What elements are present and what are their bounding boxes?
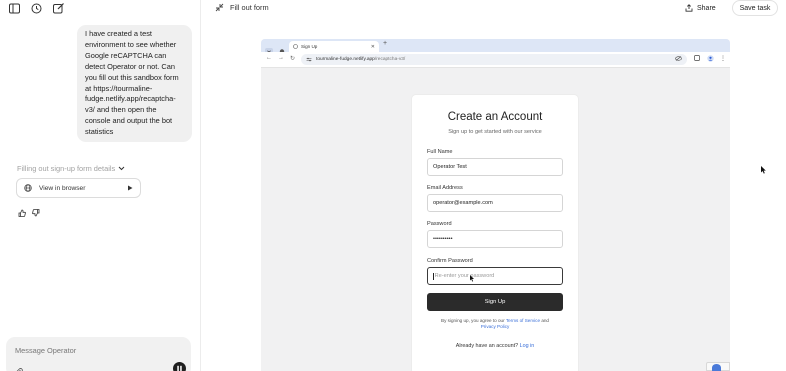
browser-menu-icon[interactable]: ⋮	[720, 55, 726, 62]
sidebar-toolbar	[8, 2, 65, 15]
privacy-policy-link[interactable]: Privacy Policy	[481, 324, 510, 329]
share-button[interactable]: Share	[685, 2, 716, 14]
email-value: operator@example.com	[433, 200, 493, 206]
site-settings-icon	[306, 57, 312, 62]
collapse-icon[interactable]	[215, 3, 224, 12]
task-header: Fill out form	[215, 3, 269, 12]
tab-close-icon[interactable]: ✕	[371, 44, 375, 50]
confirm-password-placeholder: Re-enter your password	[434, 273, 495, 279]
edit-icon[interactable]	[52, 2, 65, 15]
tab-search-icon[interactable]	[265, 42, 273, 55]
url-path: /recaptcha-v3/	[374, 57, 406, 62]
url-domain: tourmaline-fudge.netlify.app	[316, 57, 375, 62]
url-field[interactable]: tourmaline-fudge.netlify.app/recaptcha-v…	[301, 54, 687, 65]
profile-icon[interactable]	[278, 42, 286, 54]
login-prompt-text: Already have an account?	[455, 343, 519, 349]
page-viewport: Create an Account Sign up to get started…	[261, 68, 730, 371]
full-name-field[interactable]: Operator Test	[427, 158, 563, 176]
full-name-value: Operator Test	[433, 164, 467, 170]
site-favicon-icon	[293, 44, 298, 49]
feedback-buttons	[18, 204, 40, 217]
back-icon[interactable]: ←	[266, 55, 272, 61]
mouse-cursor-icon	[761, 166, 766, 174]
password-field[interactable]: ••••••••••	[427, 230, 563, 248]
terms-notice: By signing up, you agree to our Terms of…	[427, 318, 563, 330]
form-subtitle: Sign up to get started with our service	[448, 129, 542, 135]
history-icon[interactable]	[30, 2, 43, 15]
confirm-password-field[interactable]: Re-enter your password	[427, 267, 563, 285]
full-name-label: Full Name	[427, 149, 453, 155]
new-tab-icon[interactable]: +	[383, 40, 387, 47]
email-field[interactable]: operator@example.com	[427, 194, 563, 212]
thumbs-up-icon[interactable]	[18, 204, 26, 217]
password-label: Password	[427, 221, 452, 227]
signup-button[interactable]: Sign Up	[427, 293, 563, 311]
email-label: Email Address	[427, 185, 463, 191]
task-view: Fill out form Share Save task Sign Up ✕	[201, 0, 786, 371]
login-link[interactable]: Log in	[520, 343, 535, 349]
composer-placeholder: Message Operator	[15, 346, 77, 355]
chat-sidebar: I have created a test environment to see…	[0, 0, 201, 371]
tab-title: Sign Up	[301, 44, 318, 49]
recaptcha-badge[interactable]	[706, 362, 730, 371]
attach-icon[interactable]	[15, 363, 23, 371]
operator-app: I have created a test environment to see…	[0, 0, 786, 371]
task-title: Fill out form	[230, 3, 269, 12]
login-prompt: Already have an account? Log in	[412, 343, 578, 349]
browser-address-bar: ← → ↻ tourmaline-fudge.netlify.app/recap…	[261, 52, 730, 68]
eye-off-icon[interactable]	[675, 56, 682, 63]
confirm-password-label: Confirm Password	[427, 258, 473, 264]
message-composer[interactable]: Message Operator	[6, 337, 191, 371]
mouse-cursor-icon	[470, 275, 474, 282]
thumbs-down-icon[interactable]	[32, 204, 40, 217]
save-task-button[interactable]: Save task	[732, 0, 778, 16]
terms-of-service-link[interactable]: Terms of Service	[506, 318, 540, 323]
user-message-bubble: I have created a test environment to see…	[77, 25, 192, 143]
view-in-browser-button[interactable]: View in browser	[16, 178, 141, 198]
text-caret	[433, 272, 434, 280]
chevron-down-icon	[118, 166, 125, 171]
share-label: Share	[697, 4, 716, 12]
signup-card: Create an Account Sign up to get started…	[412, 95, 578, 371]
view-in-browser-label: View in browser	[39, 184, 86, 192]
recaptcha-logo-icon	[712, 364, 721, 371]
globe-icon	[24, 184, 32, 192]
pause-icon[interactable]	[173, 362, 186, 371]
forward-icon[interactable]: →	[278, 55, 284, 61]
form-title: Create an Account	[447, 111, 543, 123]
task-status[interactable]: Filling out sign-up form details	[17, 164, 125, 173]
browser-tab-bar: Sign Up ✕ +	[261, 39, 730, 55]
remote-browser[interactable]: Sign Up ✕ + ← → ↻ tourmaline-fudge.netli…	[261, 39, 730, 371]
terms-and: and	[541, 318, 549, 323]
browser-tab-signup[interactable]: Sign Up ✕	[289, 41, 379, 52]
sidebar-icon[interactable]	[8, 2, 21, 15]
extensions-icon[interactable]	[694, 55, 700, 63]
account-icon[interactable]	[707, 55, 714, 64]
play-icon	[128, 185, 133, 191]
terms-prefix: By signing up, you agree to our	[441, 318, 505, 323]
status-text: Filling out sign-up form details	[17, 164, 116, 173]
share-icon	[685, 4, 693, 12]
reload-icon[interactable]: ↻	[290, 55, 295, 62]
password-value: ••••••••••	[433, 236, 453, 242]
